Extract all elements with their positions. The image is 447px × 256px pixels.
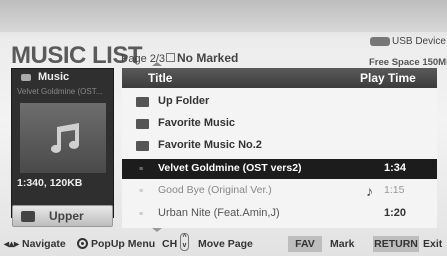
preview-header: Music [12, 69, 113, 85]
track-icon: ≡ [139, 188, 144, 195]
list-item-folder[interactable]: Favorite Music No.2 [122, 136, 437, 156]
marked-status-label: No Marked [177, 51, 239, 65]
four-way-arrow-icon: ◂▴▸ [4, 239, 20, 250]
marked-status: No Marked [166, 51, 238, 65]
return-key[interactable]: RETURN [373, 236, 419, 252]
checkbox-icon [166, 53, 175, 62]
key-guide-bar: ◂▴▸ Navigate PopUp Menu CH ^ v Move Page … [0, 232, 447, 256]
mark-hint: Mark [330, 238, 355, 250]
ch-hint: CH [162, 238, 178, 250]
album-art [20, 103, 106, 173]
music-file-list: Title Play Time Up Folder Favorite Music… [122, 68, 437, 228]
exit-hint: Exit [423, 238, 443, 250]
folder-up-icon [21, 211, 35, 222]
list-item-name: Good Bye (Original Ver.) [158, 184, 272, 196]
list-item-track[interactable]: ≡ Good Bye (Original Ver.) ♪ 1:15 [122, 181, 437, 201]
navigate-hint: Navigate [22, 238, 66, 250]
top-band [0, 0, 447, 32]
track-icon: ≡ [139, 166, 144, 173]
list-item-up-folder[interactable]: Up Folder [122, 92, 437, 112]
preview-section-label: Music [38, 71, 70, 83]
list-item-track[interactable]: ≡ Urban Nite (Feat.Amin,J) 1:20 [122, 204, 437, 224]
list-item-name: Urban Nite (Feat.Amin,J) [158, 207, 280, 219]
music-note-icon [51, 123, 79, 153]
list-item-time: 1:20 [384, 207, 407, 219]
popup-menu-hint: PopUp Menu [91, 238, 156, 250]
folder-up-icon [136, 97, 149, 107]
list-header: Title Play Time [122, 68, 437, 88]
usb-icon [370, 37, 390, 46]
list-item-time: 1:15 [384, 184, 405, 196]
list-item-time: 1:34 [384, 162, 407, 174]
preview-panel: Music Velvet Goldmine (OST... 1:340, 120… [11, 68, 114, 218]
move-page-hint: Move Page [198, 238, 253, 250]
list-item-name: Favorite Music [158, 117, 236, 129]
fav-key[interactable]: FAV [288, 236, 322, 252]
column-title: Title [148, 71, 173, 85]
usb-device-label: USB Device [392, 36, 446, 47]
list-item-folder[interactable]: Favorite Music [122, 114, 437, 134]
ok-button-icon [77, 238, 88, 249]
list-item-name: Favorite Music No.2 [158, 139, 262, 151]
music-folder-icon [21, 74, 31, 81]
music-note-icon: ♪ [366, 183, 373, 199]
folder-icon [136, 141, 149, 151]
preview-track-name: Velvet Goldmine (OST... [17, 87, 103, 96]
track-info: 1:340, 120KB [17, 177, 83, 189]
list-item-track-selected[interactable]: ≡ Velvet Goldmine (OST vers2) 1:34 [122, 159, 437, 179]
ch-up-down-icon: ^ v [180, 233, 189, 251]
track-icon: ≡ [139, 211, 144, 218]
upper-button[interactable]: Upper [12, 205, 113, 227]
upper-button-label: Upper [49, 209, 84, 223]
scroll-up-arrow-icon[interactable] [152, 62, 162, 66]
free-space-label: Free Space 150MB [369, 57, 447, 68]
list-item-name: Up Folder [158, 95, 210, 107]
column-play-time: Play Time [360, 71, 416, 85]
list-item-name: Velvet Goldmine (OST vers2) [158, 162, 302, 174]
folder-icon [136, 119, 149, 129]
